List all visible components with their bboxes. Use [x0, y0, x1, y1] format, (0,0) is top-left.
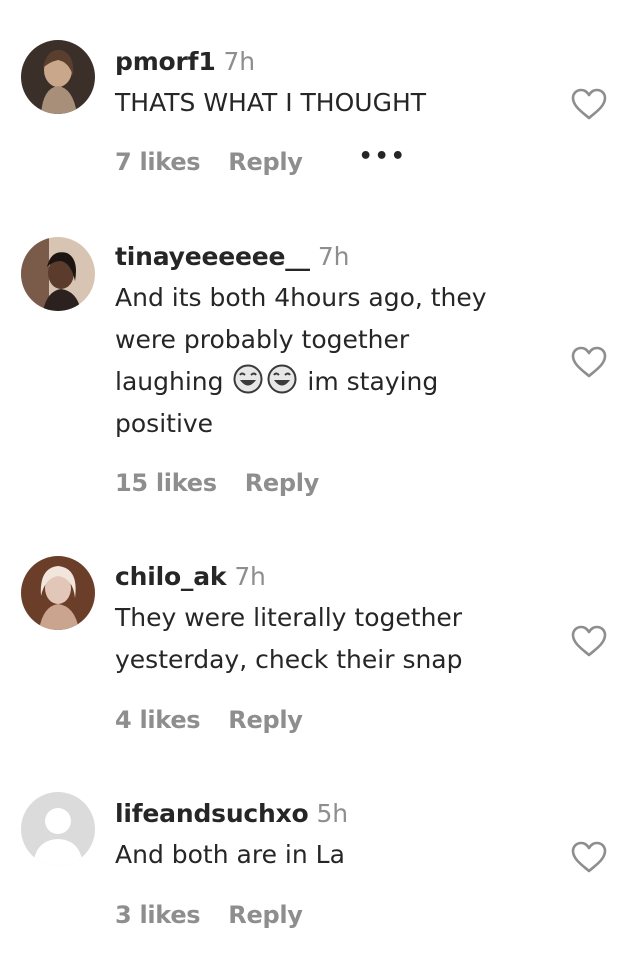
avatar[interactable]: [21, 237, 95, 311]
likes-count[interactable]: 15 likes: [115, 469, 217, 497]
comment-text: And both are in La: [115, 840, 345, 869]
likes-count[interactable]: 7 likes: [115, 148, 201, 176]
comment-text: THATS WHAT I THOUGHT: [115, 88, 427, 117]
timestamp[interactable]: 7h: [234, 562, 266, 591]
more-options-icon[interactable]: •••: [359, 144, 407, 169]
comment-header: pmorf1 7h: [115, 42, 555, 82]
emoji-laughing: [231, 364, 299, 396]
comment-header: lifeandsuchxo 5h: [115, 794, 555, 834]
username[interactable]: chilo_ak: [115, 562, 227, 591]
comments-list: pmorf1 7h THATS WHAT I THOUGHT 7 likes Rep…: [0, 0, 634, 961]
reply-button[interactable]: Reply: [228, 901, 303, 929]
likes-count[interactable]: 3 likes: [115, 901, 201, 929]
avatar[interactable]: [21, 40, 95, 114]
like-heart-icon[interactable]: [570, 840, 608, 874]
reply-button[interactable]: Reply: [245, 469, 320, 497]
comment-actions: 4 likes Reply: [115, 705, 303, 734]
comment-actions: 15 likes Reply: [115, 468, 319, 497]
laughing-emoji-icon: [233, 364, 263, 394]
laughing-emoji-icon: [267, 364, 297, 394]
timestamp[interactable]: 5h: [317, 799, 349, 828]
avatar-image: [21, 40, 95, 114]
default-avatar-icon: [21, 792, 95, 866]
comment-text: And its both 4hours ago, they were proba…: [115, 277, 555, 445]
comment-text: They were literally together yesterday, …: [115, 603, 463, 674]
comment-header: tinayeeeeee__ 7h: [115, 237, 555, 277]
timestamp[interactable]: 7h: [318, 242, 350, 271]
reply-button[interactable]: Reply: [228, 148, 303, 176]
comment-actions: 3 likes Reply: [115, 900, 303, 929]
like-heart-icon[interactable]: [570, 87, 608, 121]
comment-header: chilo_ak 7h: [115, 557, 555, 597]
avatar[interactable]: [21, 556, 95, 630]
like-heart-icon[interactable]: [570, 345, 608, 379]
username[interactable]: lifeandsuchxo: [115, 799, 309, 828]
avatar-image: [21, 556, 95, 630]
reply-button[interactable]: Reply: [228, 706, 303, 734]
avatar[interactable]: [21, 792, 95, 866]
username[interactable]: pmorf1: [115, 47, 216, 76]
like-heart-icon[interactable]: [570, 624, 608, 658]
avatar-image: [21, 237, 95, 311]
username[interactable]: tinayeeeeee__: [115, 242, 310, 271]
timestamp[interactable]: 7h: [224, 47, 256, 76]
comment-actions: 7 likes Reply •••: [115, 144, 407, 177]
likes-count[interactable]: 4 likes: [115, 706, 201, 734]
